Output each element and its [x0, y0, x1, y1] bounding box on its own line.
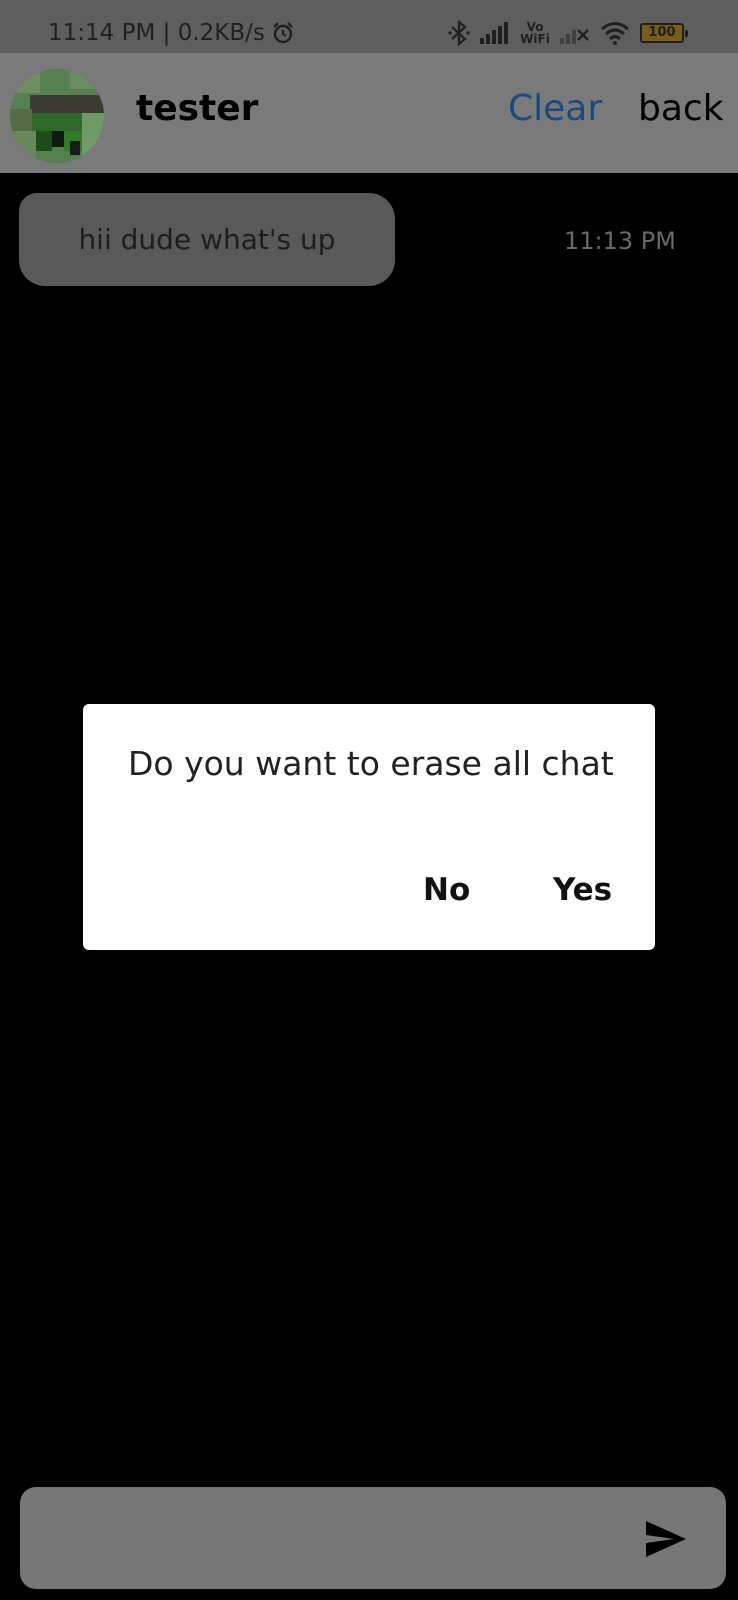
status-time: 11:14 PM [48, 20, 156, 46]
avatar[interactable] [10, 69, 104, 163]
message-input[interactable] [44, 1513, 624, 1563]
message-input-bar [20, 1487, 726, 1589]
send-icon[interactable] [642, 1515, 690, 1563]
status-separator: | [155, 20, 178, 46]
bluetooth-icon [448, 20, 470, 46]
contact-name: tester [136, 88, 259, 129]
message-bubble[interactable]: hii dude what's up [19, 193, 395, 286]
status-net-speed: 0.2KB/s [177, 20, 265, 46]
alarm-icon [273, 22, 293, 44]
battery-level: 100 [648, 25, 676, 40]
status-right: Vo WiFi 100 [448, 16, 688, 50]
dialog-title: Do you want to erase all chat [128, 744, 614, 783]
back-button[interactable]: back [638, 85, 724, 133]
no-button[interactable]: No [423, 870, 470, 910]
vowifi-bottom: WiFi [520, 32, 550, 46]
wifi-icon [601, 22, 629, 45]
battery-icon: 100 [640, 23, 688, 43]
chat-header: tester Clear back [0, 53, 738, 173]
clear-button[interactable]: Clear [508, 85, 602, 133]
avatar-image [10, 69, 104, 163]
status-left: 11:14 PM | 0.2KB/s [48, 18, 295, 48]
message-text: hii dude what's up [78, 223, 336, 256]
message-time: 11:13 PM [564, 227, 676, 255]
status-bar: 11:14 PM | 0.2KB/s Vo WiFi 100 [0, 0, 738, 53]
yes-button[interactable]: Yes [553, 870, 612, 910]
signal-muted-icon [560, 29, 589, 44]
erase-chat-dialog: Do you want to erase all chat No Yes [83, 704, 655, 950]
signal-icon [480, 22, 508, 44]
vowifi-icon: Vo WiFi [520, 21, 550, 45]
chat-screen: 11:14 PM | 0.2KB/s Vo WiFi 100 tester Cl… [0, 0, 738, 1600]
